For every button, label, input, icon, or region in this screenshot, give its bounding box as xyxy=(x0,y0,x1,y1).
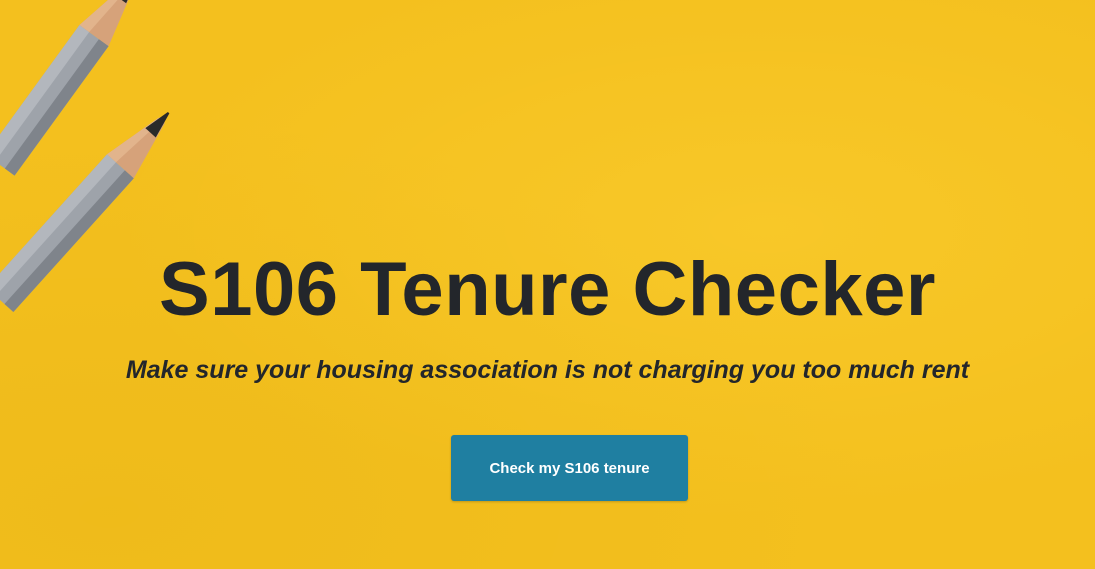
page-subtitle: Make sure your housing association is no… xyxy=(125,356,970,384)
check-tenure-button[interactable]: Check my S106 tenure xyxy=(451,435,688,501)
hero-section: S106 Tenure Checker Make sure your housi… xyxy=(0,0,1095,569)
page-title: S106 Tenure Checker xyxy=(159,247,936,332)
